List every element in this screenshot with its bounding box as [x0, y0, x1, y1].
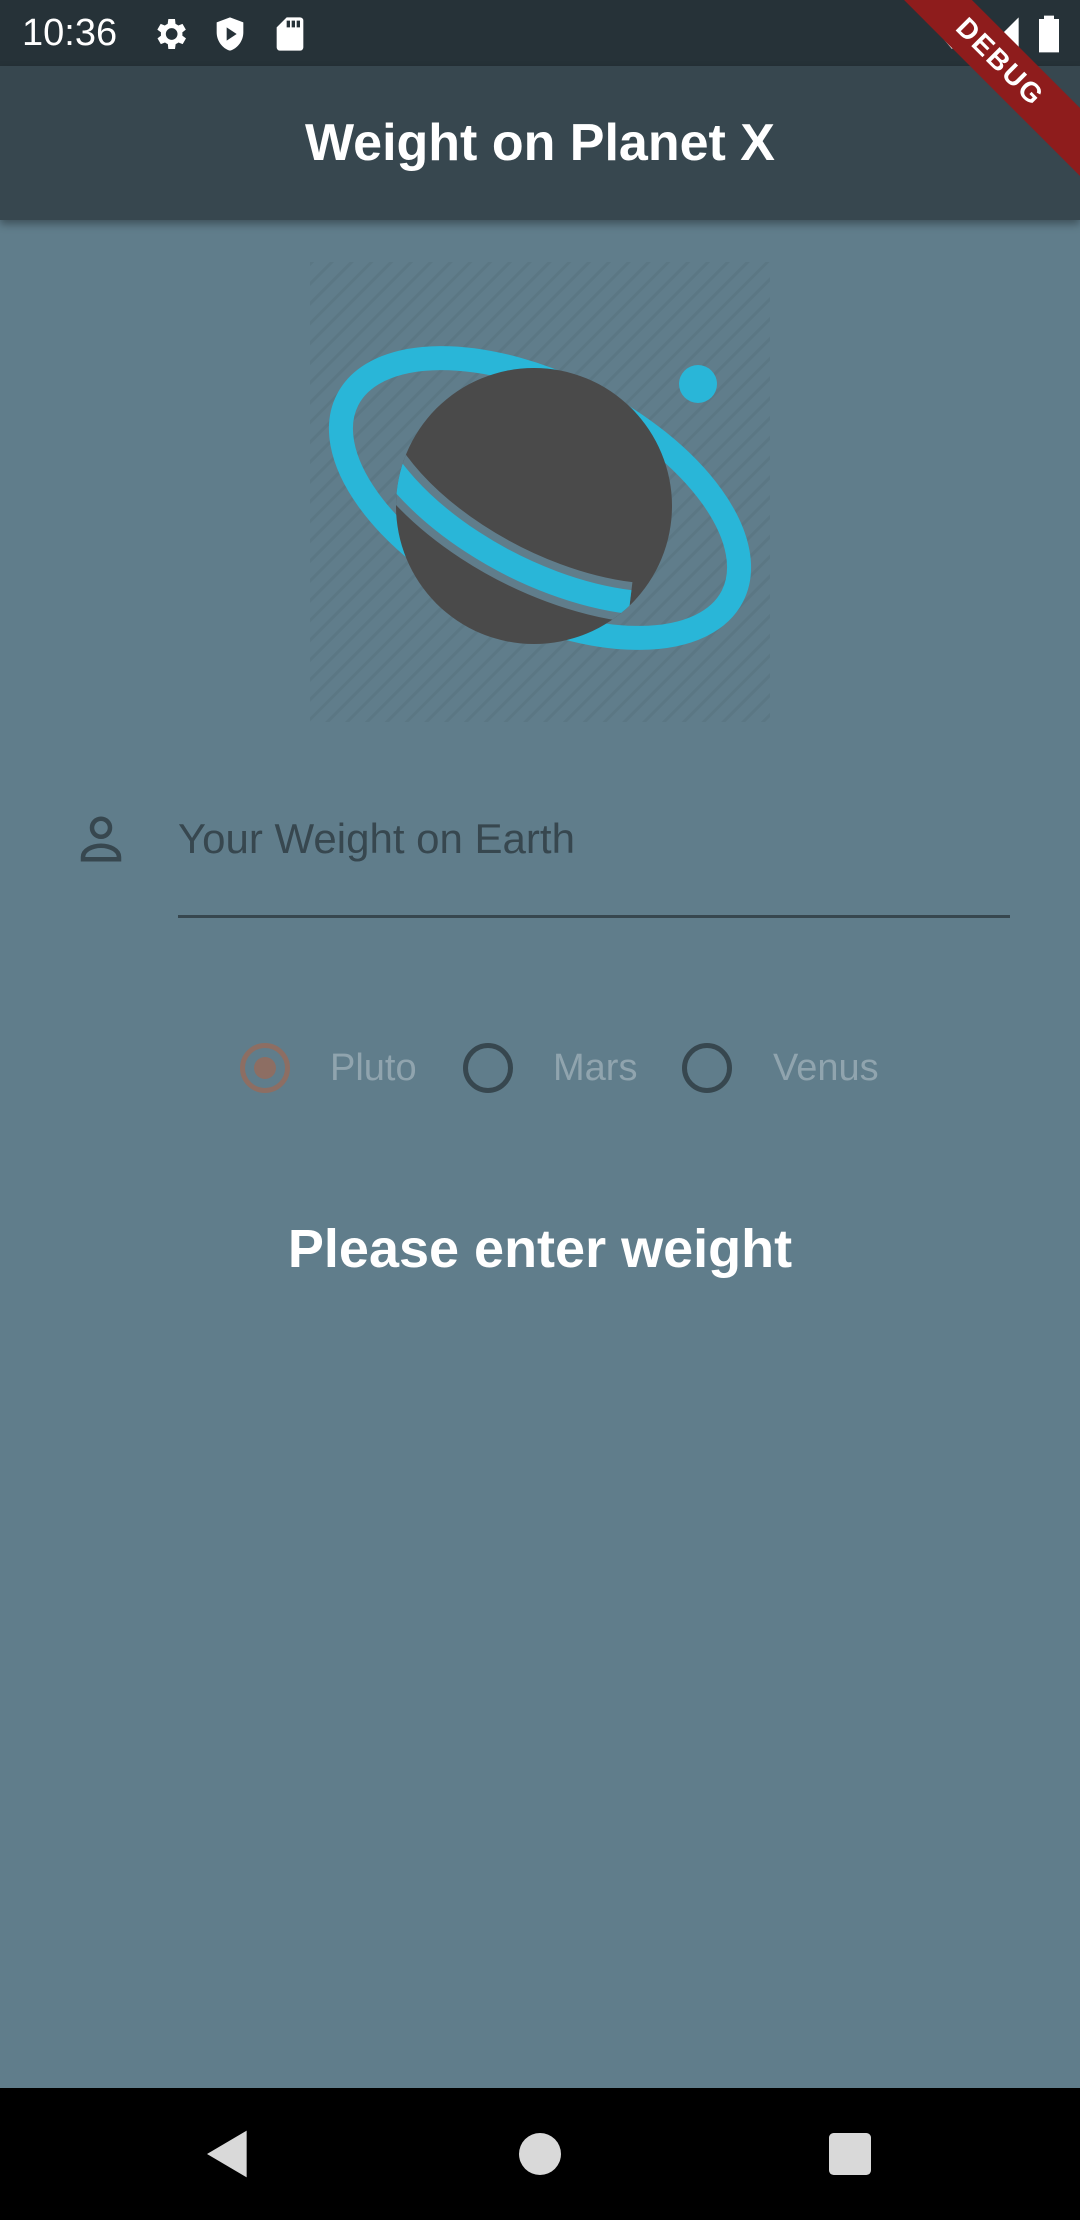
home-icon[interactable]: [512, 2126, 568, 2182]
radio-label-pluto[interactable]: Pluto: [330, 1036, 417, 1100]
status-time: 10:36: [22, 12, 118, 54]
radio-mars[interactable]: [463, 1043, 513, 1093]
sd-card-icon: [276, 17, 304, 51]
radio-venus[interactable]: [682, 1043, 732, 1093]
planet-radio-group: Pluto Mars Venus: [0, 1036, 1080, 1100]
recents-icon[interactable]: [822, 2126, 878, 2182]
battery-icon: [1039, 15, 1059, 53]
app-screen: 10:36 Weight on Planet X DEBUG Your Weig…: [0, 0, 1080, 2220]
radio-label-mars[interactable]: Mars: [553, 1036, 637, 1100]
page-title: Weight on Planet X: [305, 114, 775, 172]
back-icon[interactable]: [200, 2126, 256, 2182]
radio-label-venus[interactable]: Venus: [773, 1036, 879, 1100]
system-nav-bar: [0, 2088, 1080, 2220]
radio-pluto[interactable]: [240, 1043, 290, 1093]
settings-icon: [157, 19, 186, 49]
radio-selected-dot: [254, 1057, 276, 1079]
shield-play-icon: [216, 17, 244, 51]
person-outline-icon: [80, 816, 122, 862]
weight-input[interactable]: [178, 798, 1010, 918]
app-bar: Weight on Planet X: [0, 66, 1080, 220]
result-message: Please enter weight: [287, 1219, 793, 1279]
planet-logo-icon: [310, 262, 770, 722]
